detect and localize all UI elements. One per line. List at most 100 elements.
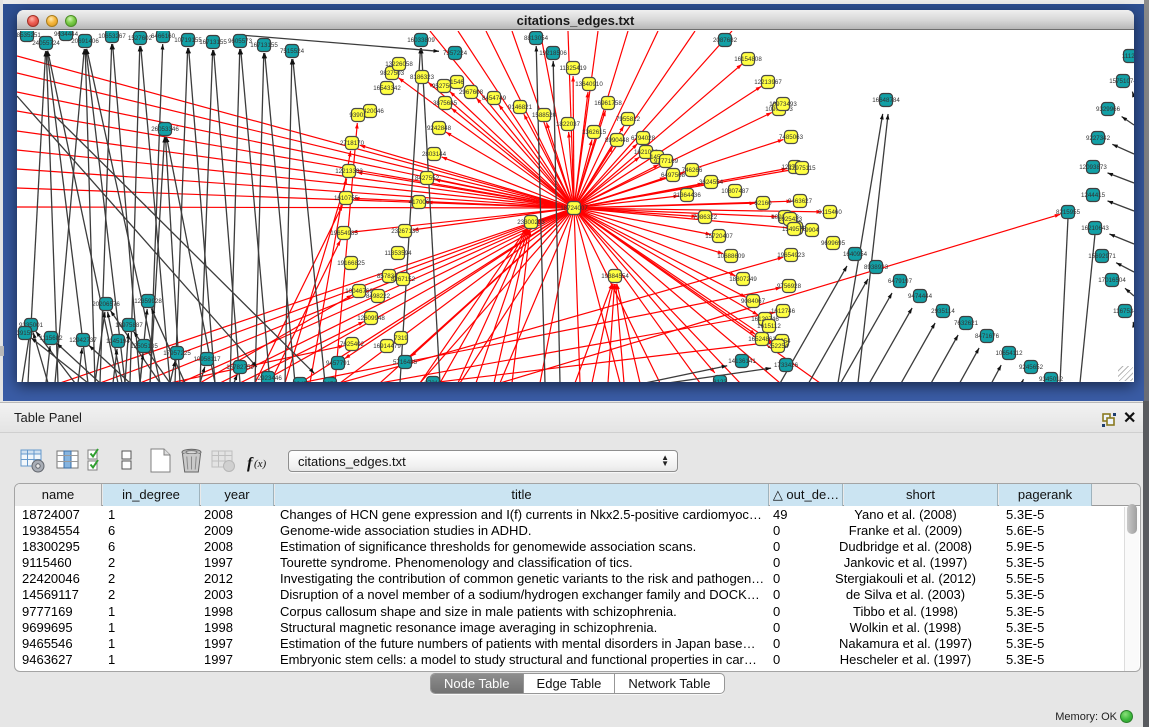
svg-text:16543342: 16543342 [373, 85, 401, 92]
svg-text:2803144: 2803144 [422, 151, 447, 158]
svg-text:9457791: 9457791 [326, 360, 351, 367]
svg-text:20206576: 20206576 [92, 301, 120, 308]
svg-text:8498222: 8498222 [366, 293, 391, 300]
svg-text:23267130: 23267130 [391, 228, 419, 235]
svg-text:9329966: 9329966 [1096, 106, 1121, 113]
svg-text:10654112: 10654112 [995, 350, 1023, 357]
svg-text:19654923: 19654923 [777, 252, 805, 259]
svg-text:13640910: 13640910 [575, 81, 603, 88]
svg-text:17016504: 17016504 [1098, 277, 1126, 284]
svg-text:8427552: 8427552 [415, 175, 440, 182]
svg-text:16210643: 16210643 [1081, 225, 1109, 232]
svg-text:12505135: 12505135 [130, 343, 158, 350]
svg-text:16961758: 16961758 [594, 100, 622, 107]
svg-text:11353594: 11353594 [384, 250, 412, 257]
svg-text:7357224: 7357224 [443, 50, 468, 57]
svg-text:39159: 39159 [17, 330, 34, 337]
svg-text:11124: 11124 [1122, 53, 1134, 60]
svg-text:9146821: 9146821 [508, 104, 533, 111]
svg-text:746266: 746266 [682, 167, 703, 174]
svg-text:14136141: 14136141 [728, 358, 756, 365]
svg-text:19384554: 19384554 [601, 273, 629, 280]
svg-text:15720407: 15720407 [705, 233, 733, 240]
svg-text:9634444: 9634444 [54, 31, 79, 38]
svg-text:12609948: 12609948 [357, 315, 385, 322]
svg-text:97213: 97213 [424, 380, 442, 382]
svg-text:6466160: 6466160 [151, 33, 176, 40]
svg-text:7485063: 7485063 [779, 134, 804, 141]
svg-text:1610755: 1610755 [334, 195, 359, 202]
svg-text:15751074: 15751074 [1109, 78, 1134, 85]
svg-text:2935114: 2935114 [931, 308, 955, 315]
svg-text:8813054: 8813054 [524, 35, 549, 42]
svg-text:9904: 9904 [805, 227, 819, 234]
svg-text:18807249: 18807249 [729, 276, 757, 283]
svg-text:9115460: 9115460 [818, 209, 842, 216]
svg-text:9084067: 9084067 [741, 298, 766, 305]
svg-text:7632621: 7632621 [954, 320, 979, 327]
svg-text:1549575: 1549575 [782, 226, 807, 233]
svg-text:7986322: 7986322 [693, 214, 718, 221]
svg-text:9242848: 9242848 [427, 125, 452, 132]
svg-text:9463627: 9463627 [788, 198, 813, 205]
svg-text:9227342: 9227342 [1086, 135, 1111, 142]
svg-text:252254: 252254 [768, 343, 789, 350]
svg-text:1167534: 1167534 [1113, 308, 1134, 315]
svg-text:7955812: 7955812 [616, 116, 641, 123]
svg-text:1546: 1546 [450, 79, 464, 86]
svg-text:1115682: 1115682 [39, 335, 63, 342]
svg-text:16648784: 16648784 [872, 97, 900, 104]
svg-text:8990448: 8990448 [605, 137, 630, 144]
svg-text:8186323: 8186323 [410, 74, 435, 81]
svg-text:9756928: 9756928 [777, 283, 802, 290]
svg-text:18535251: 18535251 [17, 32, 41, 39]
svg-text:21364436: 21364436 [673, 192, 701, 199]
svg-text:12213967: 12213967 [754, 79, 782, 86]
svg-text:10653267: 10653267 [98, 33, 126, 40]
svg-text:10958117: 10958117 [193, 356, 221, 363]
svg-text:7319: 7319 [394, 335, 408, 342]
svg-text:8454749: 8454749 [482, 95, 507, 102]
svg-text:12093873: 12093873 [1079, 164, 1107, 171]
svg-text:9245652: 9245652 [1019, 364, 1044, 371]
svg-text:8472: 8472 [323, 381, 337, 382]
svg-text:2967608: 2967608 [459, 89, 484, 96]
svg-text:16154808: 16154808 [734, 56, 762, 63]
svg-text:3624554: 3624554 [699, 179, 724, 186]
svg-text:417006: 417006 [409, 199, 430, 206]
svg-text:8123: 8123 [713, 379, 727, 382]
svg-text:1615112: 1615112 [757, 323, 781, 330]
svg-text:f: f [247, 455, 254, 472]
svg-text:7625402: 7625402 [340, 341, 365, 348]
svg-text:9245: 9245 [293, 381, 307, 382]
svg-text:8215955: 8215955 [1056, 209, 1081, 216]
svg-text:1733426: 1733426 [774, 362, 799, 369]
svg-text:2718170: 2718170 [340, 140, 365, 147]
svg-text:1362615: 1362615 [582, 129, 607, 136]
svg-text:5716485: 5716485 [393, 359, 418, 366]
svg-text:12942737: 12942737 [69, 337, 97, 344]
svg-text:16782759: 16782759 [226, 364, 254, 371]
svg-text:11325419: 11325419 [559, 65, 587, 72]
svg-text:13226058: 13226058 [385, 61, 413, 68]
svg-text:20691406: 20691406 [71, 38, 99, 45]
svg-text:19166825: 19166825 [337, 260, 365, 267]
svg-text:17957225: 17957225 [163, 350, 191, 357]
svg-text:8267152: 8267152 [391, 276, 416, 283]
svg-text:10807487: 10807487 [721, 188, 749, 195]
svg-text:26053346: 26053346 [151, 126, 179, 133]
svg-text:6794028: 6794028 [631, 135, 656, 142]
svg-text:16713155: 16713155 [250, 42, 278, 49]
svg-text:3875685: 3875685 [433, 100, 458, 107]
svg-text:9699695: 9699695 [821, 240, 846, 247]
svg-text:1640954: 1640954 [843, 251, 868, 258]
svg-text:2087682: 2087682 [713, 37, 738, 44]
svg-text:12359928: 12359928 [134, 298, 162, 305]
svg-text:7515524: 7515524 [280, 48, 305, 55]
svg-text:1244415: 1244415 [1081, 192, 1106, 199]
svg-text:9777169: 9777169 [654, 158, 679, 165]
svg-text:8938923: 8938923 [864, 264, 889, 271]
svg-text:9345012: 9345012 [1039, 376, 1064, 382]
svg-text:15692971: 15692971 [1088, 253, 1116, 260]
svg-text:8471676: 8471676 [975, 333, 1000, 340]
